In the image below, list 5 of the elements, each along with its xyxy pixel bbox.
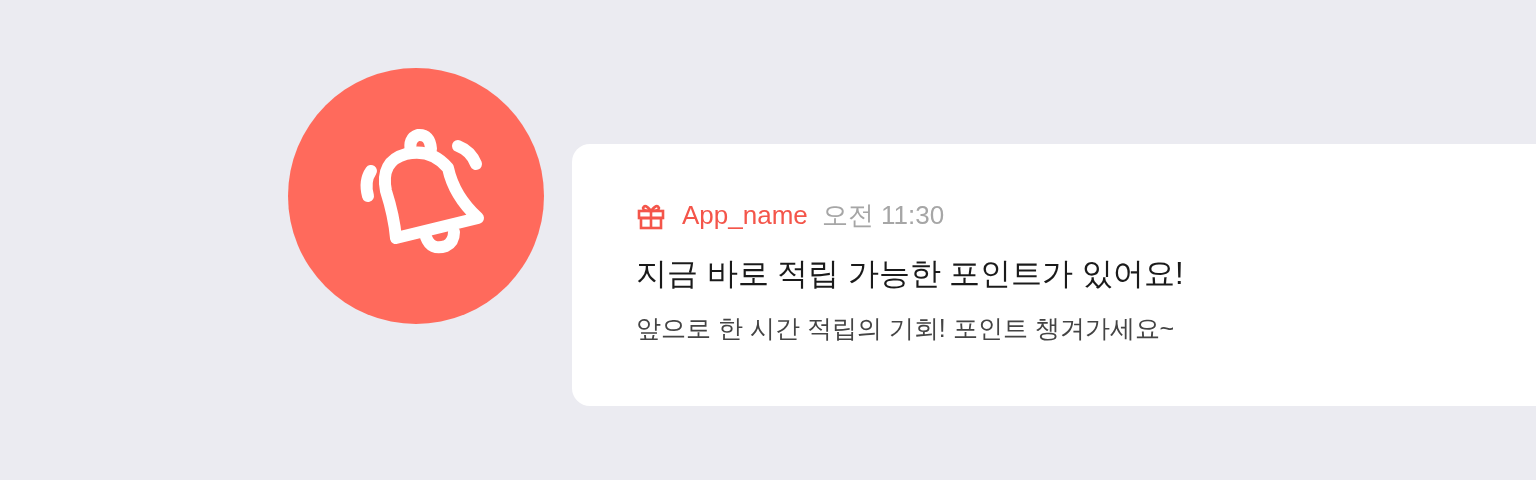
notification-title: 지금 바로 적립 가능한 포인트가 있어요! [636, 255, 1185, 293]
notification-time: 오전 11:30 [821, 199, 945, 232]
app-name: App_name [682, 199, 808, 232]
notification-message: 앞으로 한 시간 적립의 기회! 포인트 챙겨가세요~ [636, 312, 1176, 344]
notification-card[interactable]: App_name 오전 11:30 지금 바로 적립 가능한 포인트가 있어요! 앞으로 한 시간 적립의 기회! 포인트 챙겨가세요~ [572, 144, 1536, 406]
